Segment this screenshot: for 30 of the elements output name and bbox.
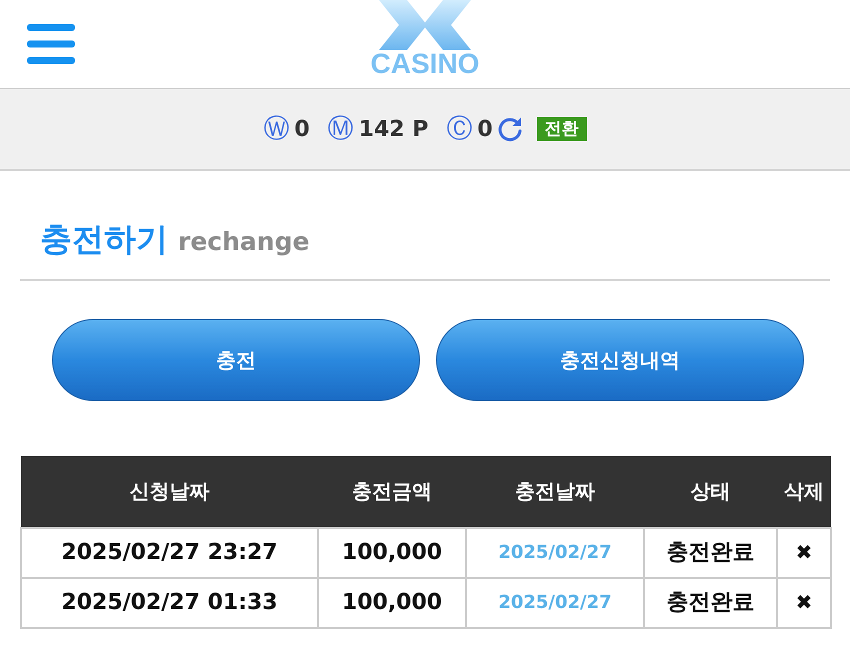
table-cell: 2025/02/27 [466, 528, 644, 578]
logo-text: CASINO [370, 50, 480, 78]
action-button[interactable]: 충전신청내역 [436, 318, 804, 400]
refresh-icon[interactable] [496, 116, 523, 142]
column-header: 신청날짜 [21, 456, 318, 528]
balance-value: 0 [294, 116, 310, 144]
page-subtitle: rechange [178, 226, 310, 258]
table-cell: 충전완료 [644, 528, 777, 578]
page-title: 충전하기 [40, 219, 168, 259]
balance-symbol: Ⓦ [263, 116, 290, 142]
cross-logo-icon [377, 0, 473, 50]
table-cell: 2025/02/27 23:27 [21, 528, 318, 578]
table-cell: 2025/02/27 [466, 578, 644, 628]
balance-symbol: Ⓒ [446, 116, 472, 142]
table-cell: 2025/02/27 01:33 [21, 578, 318, 628]
action-button[interactable]: 충전 [52, 318, 420, 400]
table-cell: 충전완료 [644, 578, 777, 628]
delete-button[interactable]: ✖ [792, 542, 816, 562]
table-cell: 100,000 [318, 528, 466, 578]
column-header: 상태 [644, 456, 777, 528]
table-cell: 100,000 [318, 578, 466, 628]
convert-button[interactable]: 전환 [536, 117, 587, 141]
delete-button[interactable]: ✖ [792, 592, 816, 612]
column-header: 충전금액 [318, 456, 466, 528]
balance-value: 0 [477, 116, 493, 144]
menu-icon[interactable] [27, 24, 75, 64]
column-header: 충전날짜 [466, 456, 644, 528]
balance-value: 142 P [358, 116, 428, 144]
column-header: 삭제 [777, 456, 831, 528]
balance-symbol: Ⓜ [328, 116, 354, 142]
